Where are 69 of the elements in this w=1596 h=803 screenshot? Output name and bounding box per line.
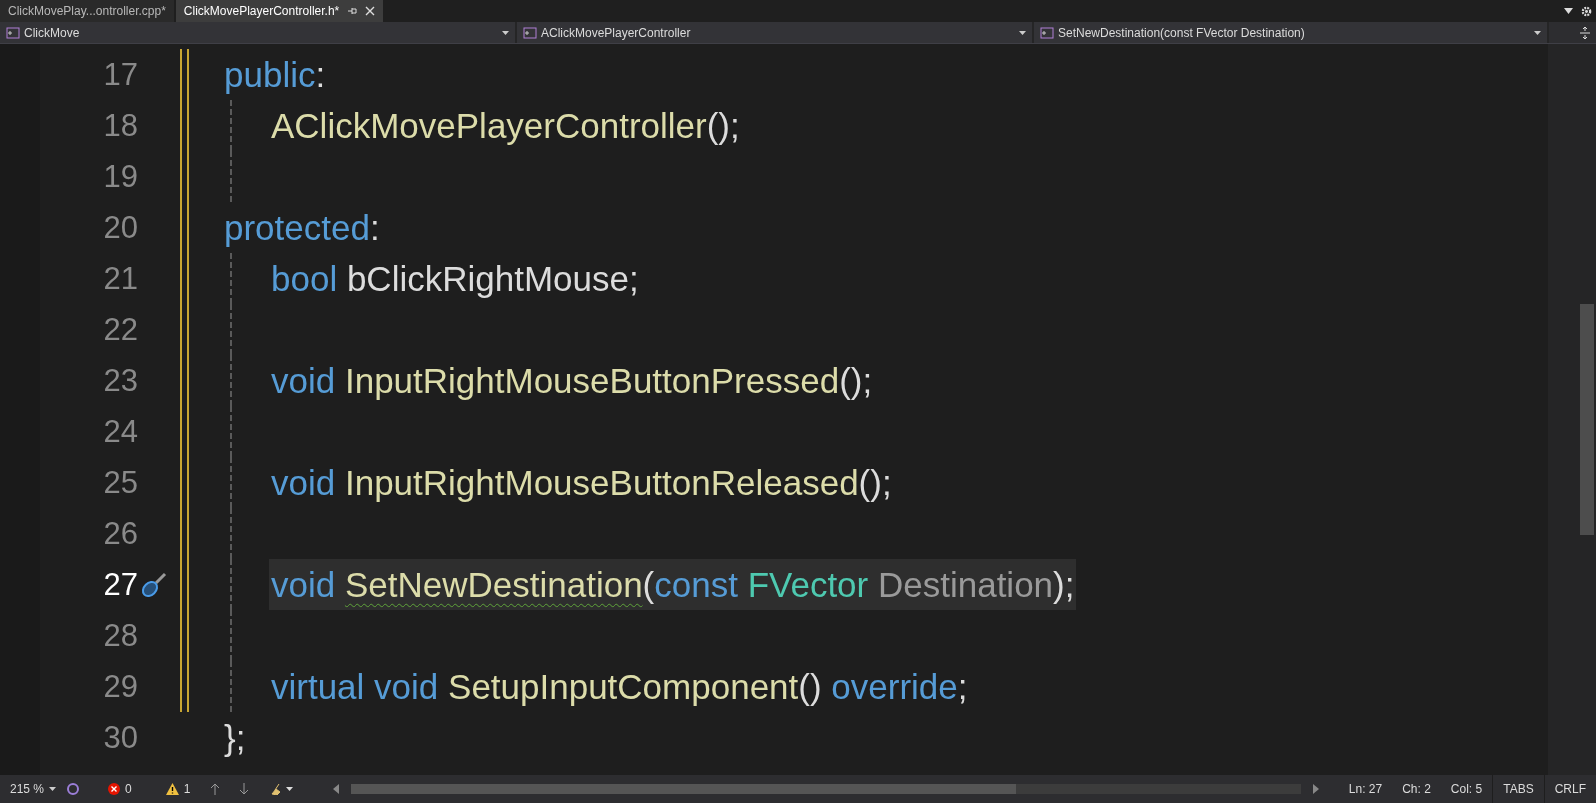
file-tab[interactable]: ClickMovePlay...ontroller.cpp* [0, 0, 174, 22]
change-marker [180, 406, 189, 457]
indentation-indicator[interactable]: TABS [1492, 775, 1544, 803]
method-icon [1040, 26, 1054, 39]
caret-icon [49, 787, 57, 791]
code-line: void InputRightMouseButtonPressed(); [271, 360, 873, 401]
line-number: 24 [102, 413, 138, 450]
code-line: void SetNewDestination(const FVector Destination); [271, 564, 1075, 605]
settings-icon[interactable] [1581, 5, 1592, 17]
change-marker [180, 661, 189, 712]
line-number: 19 [102, 158, 138, 195]
change-marker [180, 100, 189, 151]
change-marker [180, 253, 189, 304]
navigation-dropdown[interactable]: AClickMovePlayerController [517, 22, 1034, 43]
change-marker [180, 559, 189, 610]
line-number: 17 [102, 56, 138, 93]
change-marker [180, 457, 189, 508]
warning-count[interactable]: 1 [155, 782, 201, 796]
line-indicator: Ln: 27 [1347, 782, 1384, 796]
caret-icon [1534, 30, 1541, 35]
up-arrow-icon[interactable] [210, 783, 221, 795]
char-indicator: Ch: 2 [1401, 782, 1432, 796]
code-line: virtual void SetupInputComponent() override; [271, 666, 968, 707]
line-number: 20 [102, 209, 138, 246]
scroll-right-icon[interactable] [1312, 784, 1319, 794]
line-number: 25 [102, 464, 138, 501]
line-number: 21 [102, 260, 138, 297]
line-ending-indicator[interactable]: CRLF [1543, 775, 1596, 803]
screwdriver-icon[interactable] [140, 570, 168, 599]
line-number: 30 [102, 719, 138, 756]
down-arrow-icon[interactable] [239, 783, 250, 795]
file-tab[interactable]: ClickMovePlayerController.h* [175, 0, 384, 22]
error-icon [108, 783, 121, 795]
navigation-dropdown[interactable]: ClickMove [0, 22, 517, 43]
pin-icon[interactable] [347, 6, 358, 16]
scroll-left-icon[interactable] [333, 784, 340, 794]
project-icon [6, 26, 20, 39]
class-icon [523, 26, 537, 39]
change-marker [180, 355, 189, 406]
column-indicator: Col: 5 [1449, 782, 1484, 796]
warning-icon [165, 783, 179, 795]
line-number: 23 [102, 362, 138, 399]
change-marker [180, 151, 189, 202]
change-marker [180, 304, 189, 355]
broom-icon[interactable] [271, 783, 294, 795]
close-icon[interactable] [365, 6, 376, 16]
code-line: void InputRightMouseButtonReleased(); [271, 462, 892, 503]
caret-icon [502, 30, 509, 35]
code-line: bool bClickRightMouse; [271, 258, 639, 299]
code-line: AClickMovePlayerController(); [271, 105, 740, 146]
change-marker [180, 49, 189, 100]
change-marker [180, 610, 189, 661]
change-marker [180, 202, 189, 253]
line-number: 22 [102, 311, 138, 348]
caret-icon [1019, 30, 1026, 35]
line-number: 29 [102, 668, 138, 705]
error-count[interactable]: 0 [98, 782, 142, 796]
line-number: 26 [102, 515, 138, 552]
navigation-dropdown[interactable]: SetNewDestination(const FVector Destination) [1034, 22, 1549, 43]
code-line: public: [224, 54, 326, 95]
split-icon[interactable] [1580, 26, 1590, 39]
line-number: 28 [102, 617, 138, 654]
code-line: }; [224, 717, 246, 758]
code-line: protected: [224, 207, 380, 248]
zoom-dropdown[interactable]: 215 % [0, 782, 67, 796]
dropdown-icon[interactable] [1564, 8, 1573, 14]
line-number: 18 [102, 107, 138, 144]
line-number: 27 [102, 566, 138, 603]
change-marker [180, 508, 189, 559]
